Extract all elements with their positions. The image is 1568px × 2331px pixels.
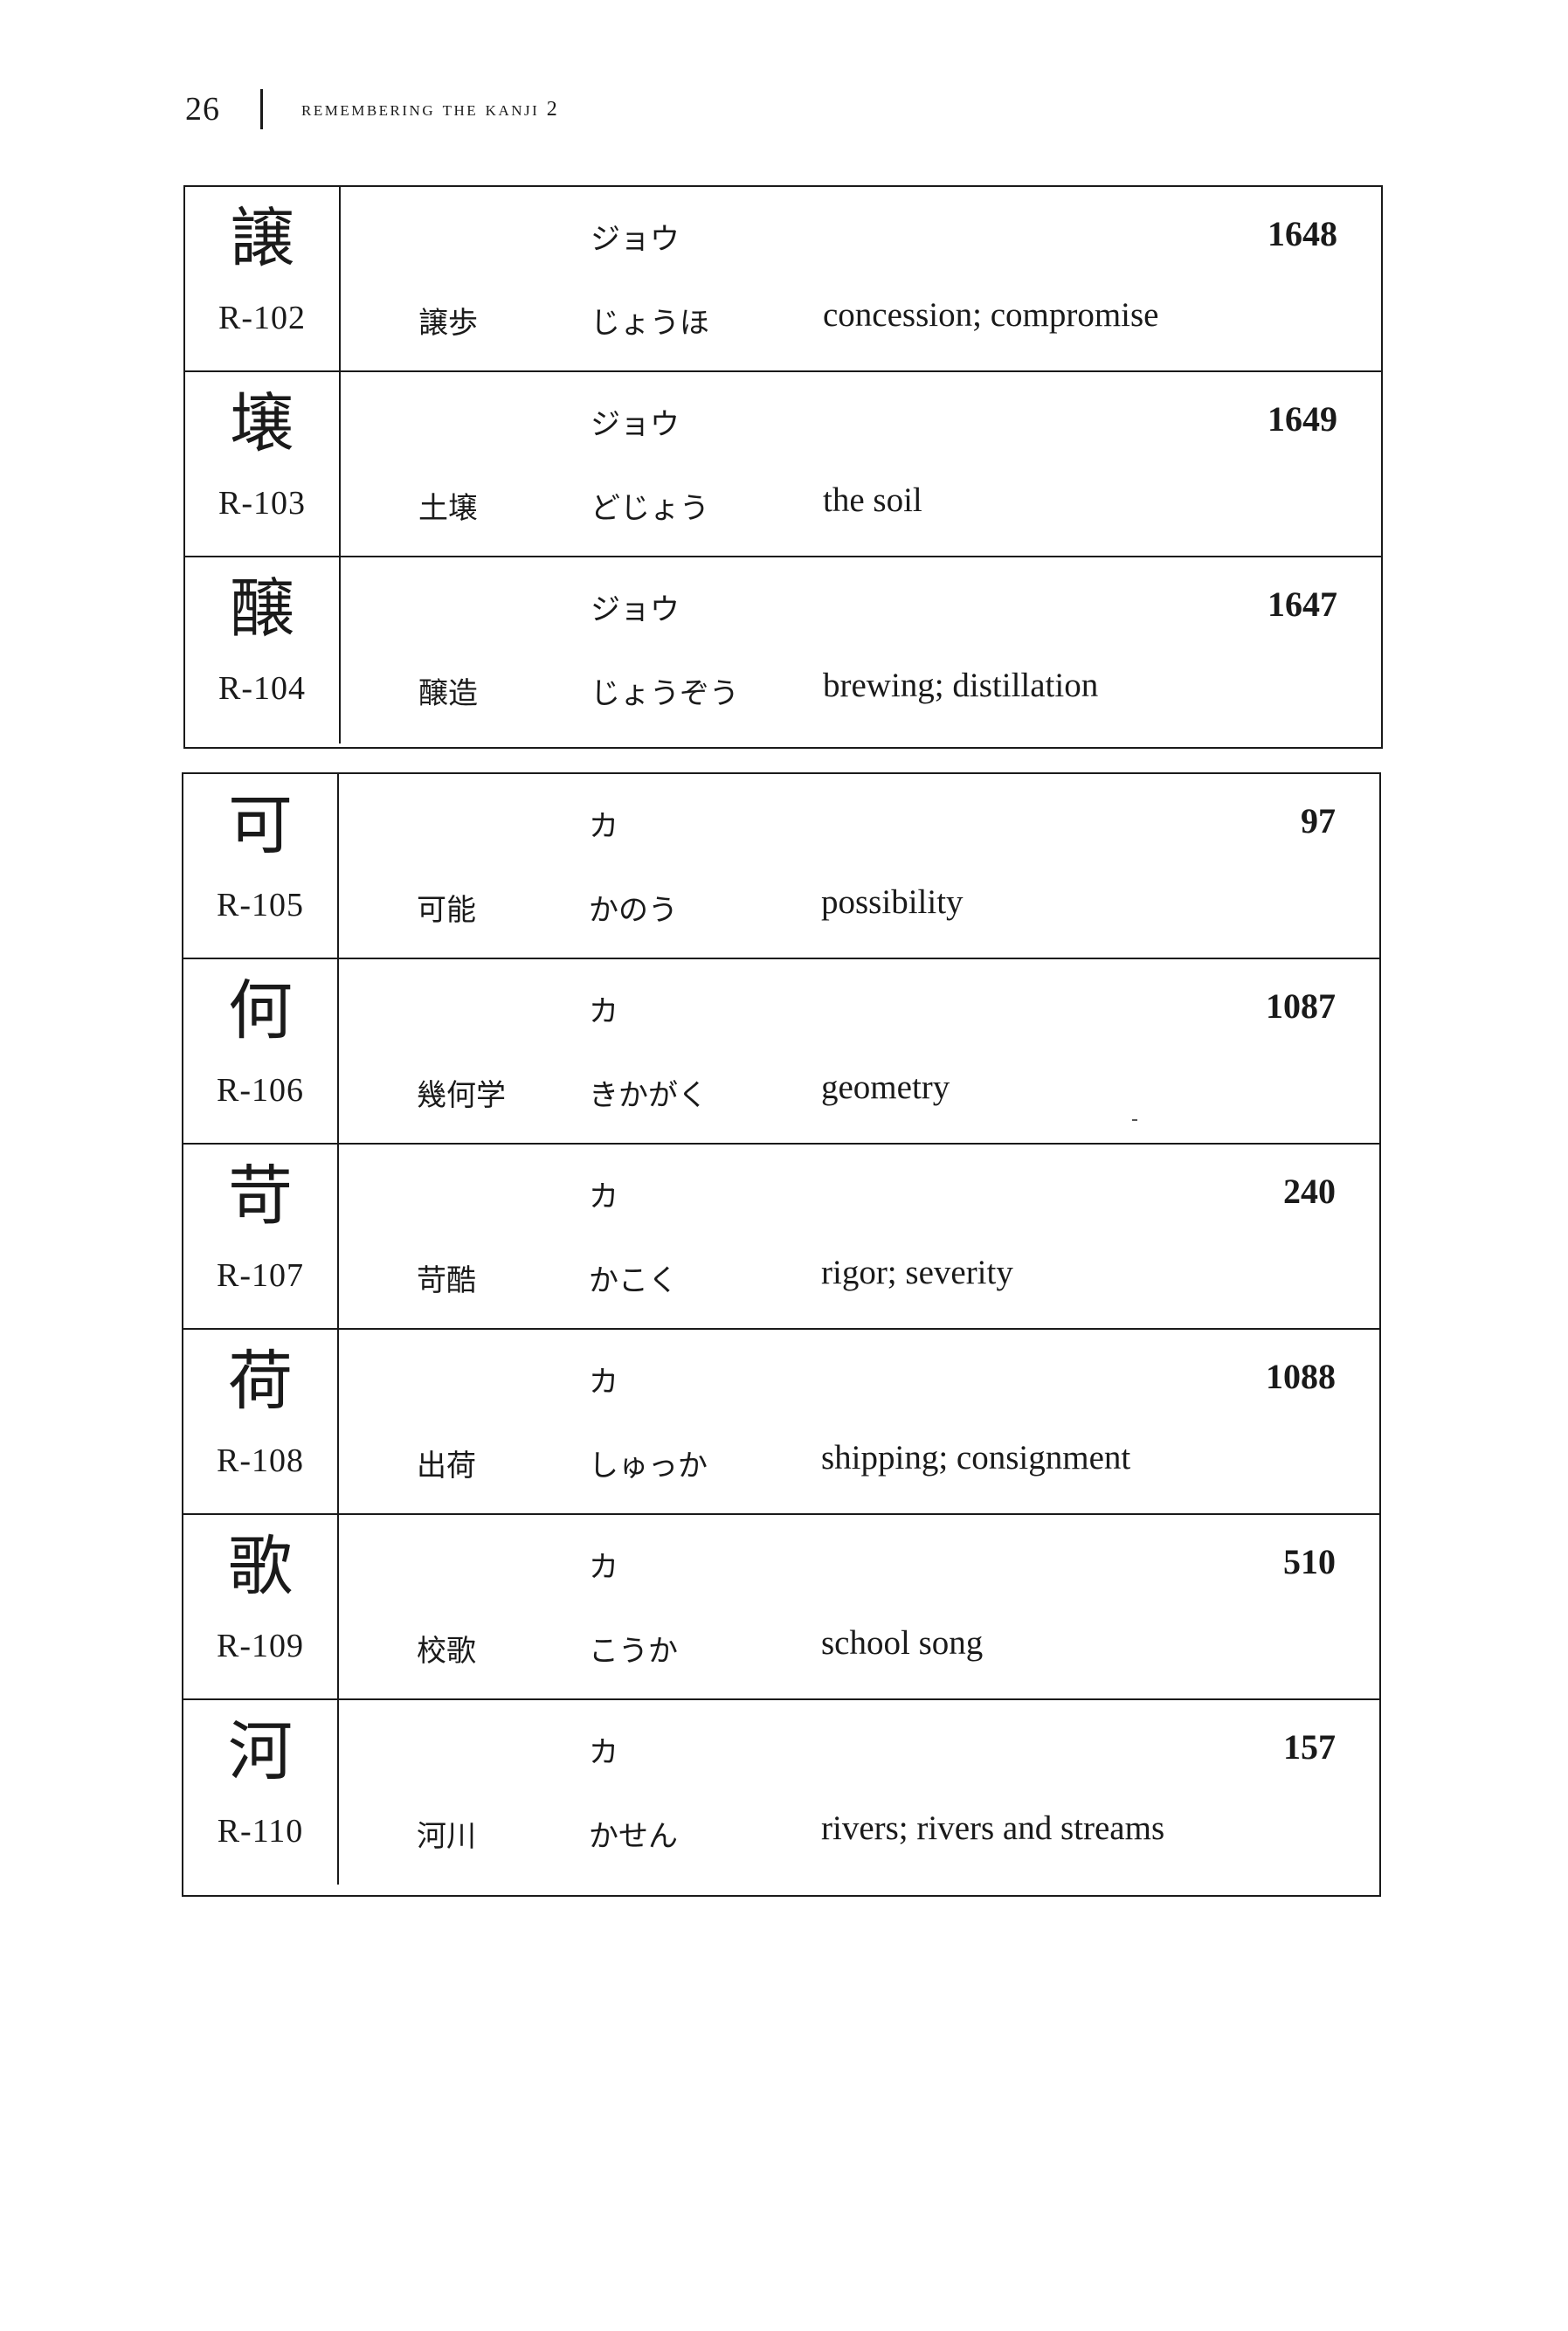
frame-number: 510: [1283, 1542, 1336, 1581]
example-word: 河川: [417, 1819, 476, 1854]
kanji-character: 醸: [230, 571, 294, 647]
kanji-cell: 河 R-110: [183, 1700, 339, 1885]
page-header: 26 REMEMBERING THE KANJI 2: [185, 87, 559, 131]
on-reading: カ: [589, 1365, 618, 1400]
example-kana: じょうぞう: [591, 676, 739, 711]
kanji-character: 可: [228, 788, 293, 863]
kanji-cell: 何 R-106: [183, 959, 339, 1143]
frame-number: 1648: [1268, 214, 1337, 253]
on-reading: ジョウ: [591, 407, 680, 442]
frame-number: 1088: [1266, 1357, 1336, 1396]
on-reading: ジョウ: [591, 592, 680, 627]
kanji-cell: 醸 R-104: [185, 557, 341, 744]
entry-body: カ 240 苛酷 かこく rigor; severity: [339, 1145, 1379, 1328]
entry-id: R-104: [218, 670, 306, 707]
entry-id: R-103: [218, 485, 306, 522]
example-meaning: geometry: [821, 1069, 950, 1106]
example-kana: こうか: [589, 1634, 678, 1669]
kanji-cell: 歌 R-109: [183, 1515, 339, 1698]
entry-id: R-102: [218, 300, 306, 336]
entry-body: カ 1087 幾何学 きかがく geometry: [339, 959, 1379, 1143]
on-reading: カ: [589, 1179, 618, 1214]
example-word: 苛酷: [417, 1263, 476, 1298]
on-reading: カ: [589, 1735, 618, 1770]
example-kana: どじょう: [591, 491, 709, 526]
example-meaning: shipping; consignment: [821, 1439, 1131, 1477]
example-word: 校歌: [417, 1634, 476, 1669]
frame-number: 1087: [1266, 986, 1336, 1026]
frame-number: 1649: [1268, 399, 1337, 439]
kanji-cell: 苛 R-107: [183, 1145, 339, 1328]
kanji-entry: 荷 R-108 カ 1088 出荷 しゅっか shipping; consign…: [183, 1330, 1379, 1515]
on-reading: カ: [589, 1550, 618, 1585]
example-meaning: concession; compromise: [823, 296, 1159, 334]
kanji-cell: 壌 R-103: [185, 372, 341, 556]
frame-number: 1647: [1268, 584, 1337, 624]
entry-body: ジョウ 1649 土壌 どじょう the soil: [341, 372, 1381, 556]
kanji-character: 荷: [228, 1344, 293, 1419]
kanji-character: 譲: [230, 201, 294, 276]
example-meaning: rigor; severity: [821, 1254, 1013, 1291]
frame-number: 240: [1283, 1172, 1336, 1211]
entry-body: カ 97 可能 かのう possibility: [339, 774, 1379, 958]
kanji-entry: 歌 R-109 カ 510 校歌 こうか school song: [183, 1515, 1379, 1700]
example-kana: じょうほ: [591, 306, 709, 341]
entry-id: R-109: [217, 1628, 304, 1664]
on-reading: カ: [589, 994, 618, 1029]
example-word: 譲歩: [418, 306, 478, 341]
header-divider: [260, 89, 263, 129]
kanji-cell: 譲 R-102: [185, 187, 341, 370]
entry-body: カ 157 河川 かせん rivers; rivers and streams: [339, 1700, 1379, 1885]
frame-number: 157: [1283, 1727, 1336, 1767]
entry-body: ジョウ 1648 譲歩 じょうほ concession; compromise: [341, 187, 1381, 370]
entry-id: R-105: [217, 887, 304, 923]
entry-id: R-107: [217, 1257, 304, 1294]
example-kana: かこく: [589, 1263, 678, 1298]
kanji-character: 苛: [228, 1159, 293, 1234]
on-reading: カ: [589, 809, 618, 844]
example-word: 土壌: [418, 491, 478, 526]
entry-id: R-108: [217, 1442, 304, 1479]
kanji-entry: 可 R-105 カ 97 可能 かのう possibility: [183, 774, 1379, 959]
example-meaning: the soil: [823, 481, 922, 519]
kanji-entry: 河 R-110 カ 157 河川 かせん rivers; rivers and …: [183, 1700, 1379, 1885]
kanji-entry: 醸 R-104 ジョウ 1647 醸造 じょうぞう brewing; disti…: [185, 557, 1381, 744]
frame-number: 97: [1301, 801, 1336, 840]
example-word: 可能: [417, 893, 476, 928]
kanji-cell: 荷 R-108: [183, 1330, 339, 1513]
entry-body: カ 510 校歌 こうか school song: [339, 1515, 1379, 1698]
example-meaning: rivers; rivers and streams: [821, 1809, 1165, 1847]
kanji-character: 壌: [230, 386, 294, 461]
kanji-entry: 壌 R-103 ジョウ 1649 土壌 どじょう the soil: [185, 372, 1381, 557]
page-number: 26: [185, 91, 220, 128]
print-speck: [1132, 1119, 1137, 1121]
example-kana: きかがく: [589, 1078, 708, 1113]
kanji-entry: 苛 R-107 カ 240 苛酷 かこく rigor; severity: [183, 1145, 1379, 1330]
kanji-character: 歌: [228, 1529, 293, 1604]
example-word: 幾何学: [417, 1078, 506, 1113]
kanji-character: 河: [228, 1714, 293, 1789]
kanji-entry: 譲 R-102 ジョウ 1648 譲歩 じょうほ concession; com…: [185, 187, 1381, 372]
example-kana: かのう: [589, 893, 678, 928]
example-meaning: possibility: [821, 883, 964, 921]
kanji-table-1: 譲 R-102 ジョウ 1648 譲歩 じょうほ concession; com…: [183, 185, 1383, 749]
entry-id: R-110: [217, 1813, 304, 1850]
example-meaning: school song: [821, 1624, 984, 1662]
kanji-table-2: 可 R-105 カ 97 可能 かのう possibility 何 R-106 …: [182, 772, 1381, 1897]
example-kana: かせん: [589, 1819, 678, 1854]
example-meaning: brewing; distillation: [823, 667, 1099, 704]
running-title: REMEMBERING THE KANJI 2: [301, 97, 560, 121]
entry-body: カ 1088 出荷 しゅっか shipping; consignment: [339, 1330, 1379, 1513]
example-kana: しゅっか: [589, 1449, 708, 1484]
entry-id: R-106: [217, 1072, 304, 1109]
on-reading: ジョウ: [591, 222, 680, 257]
example-word: 醸造: [418, 676, 478, 711]
kanji-cell: 可 R-105: [183, 774, 339, 958]
example-word: 出荷: [417, 1449, 476, 1484]
entry-body: ジョウ 1647 醸造 じょうぞう brewing; distillation: [341, 557, 1381, 744]
kanji-character: 何: [228, 973, 293, 1048]
kanji-entry: 何 R-106 カ 1087 幾何学 きかがく geometry: [183, 959, 1379, 1145]
